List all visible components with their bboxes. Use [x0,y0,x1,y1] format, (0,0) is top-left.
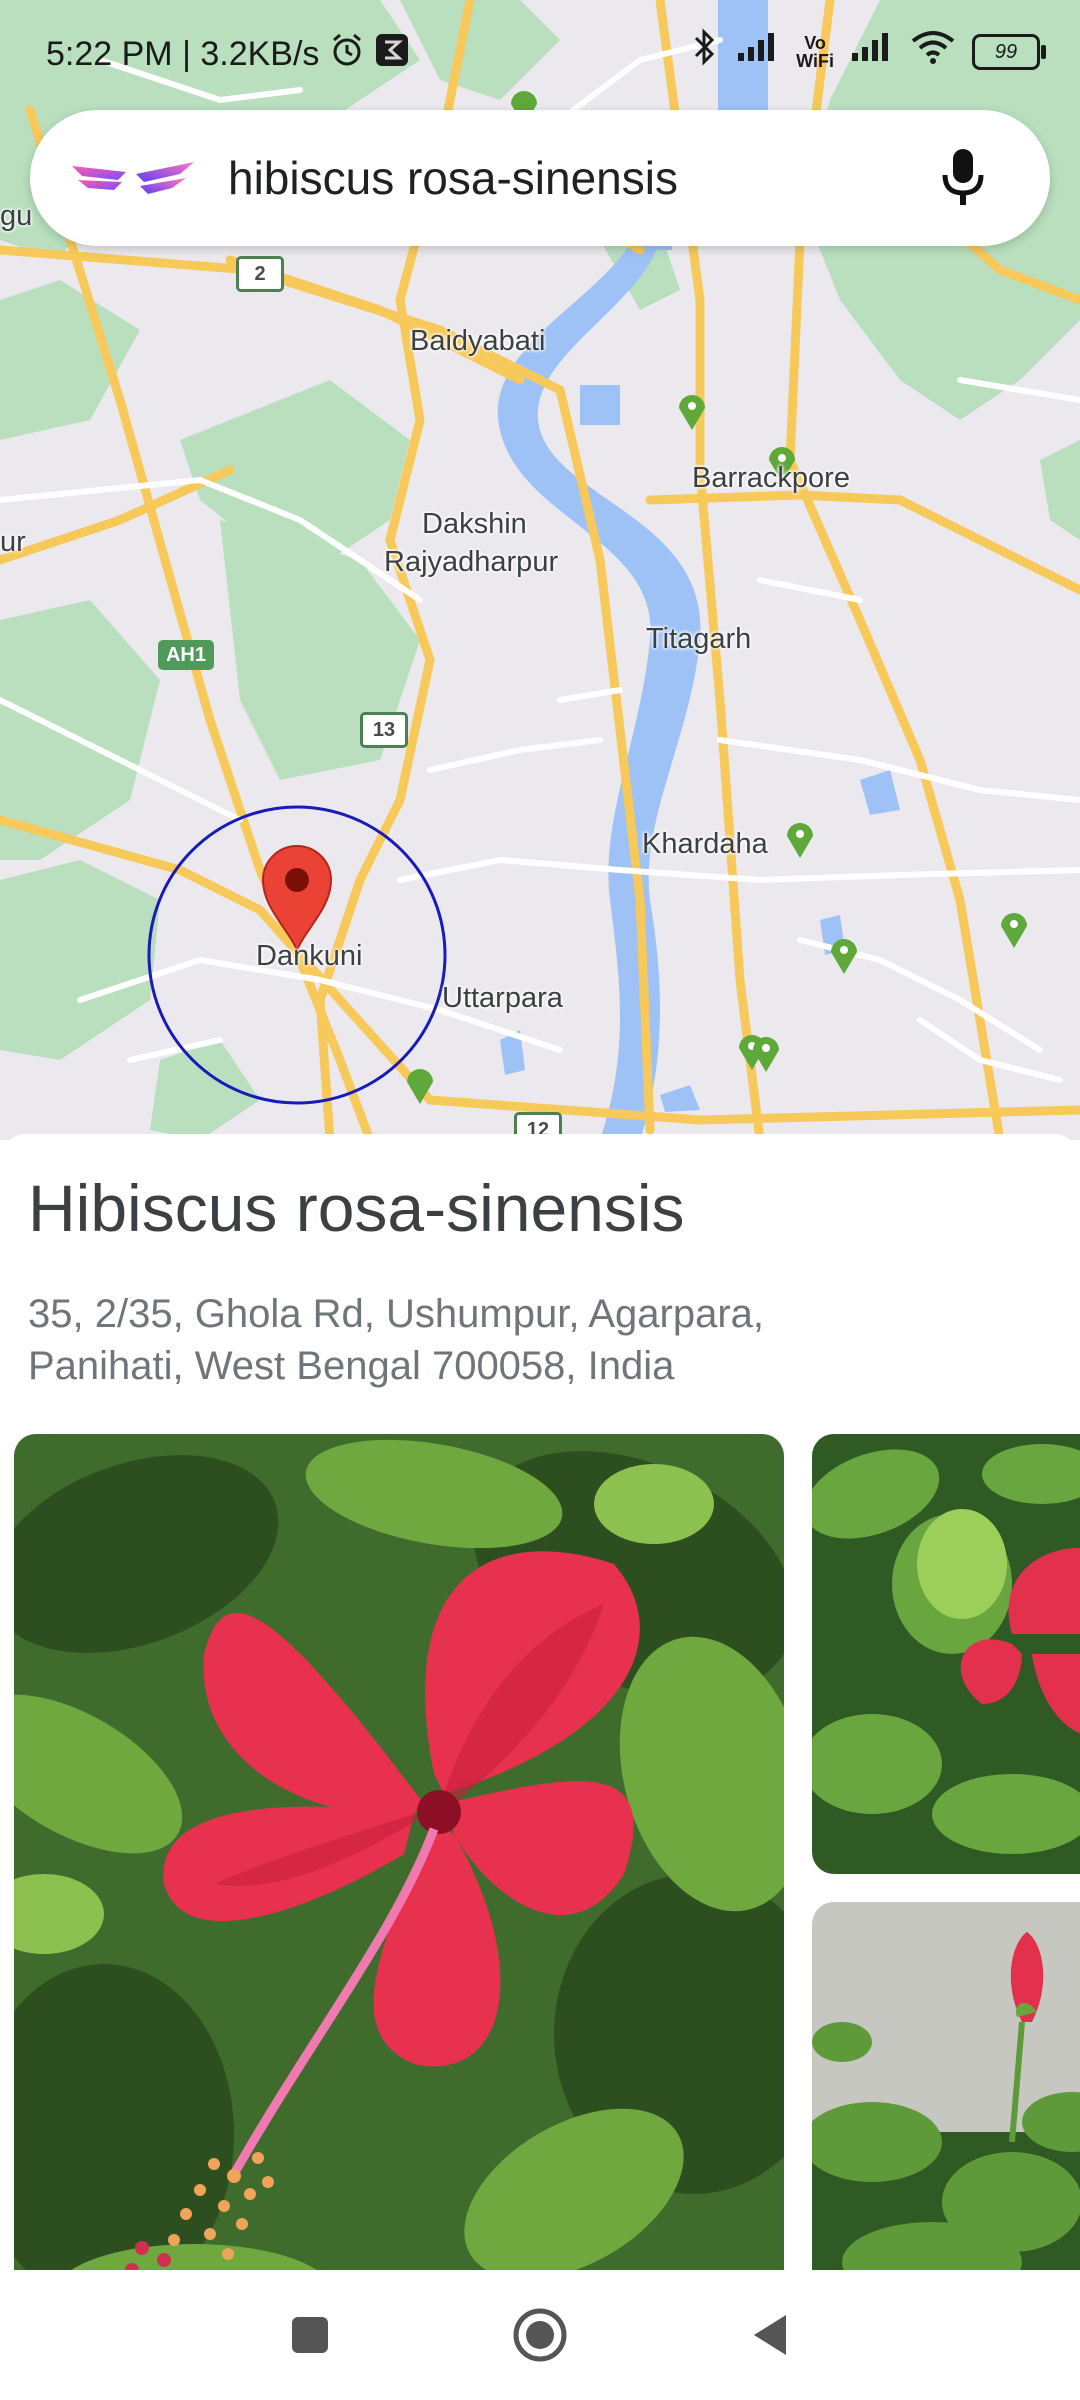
highway-shield-ah1: AH1 [158,640,214,670]
map-label-edge-mid: ur [0,526,26,558]
address-line-1: 35, 2/35, Ghola Rd, Ushumpur, Agarpara, [28,1292,764,1336]
wifi-icon [910,29,956,74]
place-address: 35, 2/35, Ghola Rd, Ushumpur, Agarpara, … [28,1288,928,1392]
place-title: Hibiscus rosa-sinensis [28,1171,685,1245]
status-left: 5:22 PM | 3.2KB/s [46,32,409,77]
vowifi-bottom: WiFi [796,50,834,71]
app-notification-icon [375,33,409,76]
system-navigation-bar [0,2270,1080,2400]
map-label-barrackpore: Barrackpore [692,462,850,494]
location-pin-icon[interactable] [261,845,333,953]
map-label-titagarh: Titagarh [646,623,752,655]
place-details-sheet[interactable]: Hibiscus rosa-sinensis 35, 2/35, Ghola R… [0,1134,1080,2270]
hibiscus-bud-photo[interactable] [812,1902,1080,2270]
map-label-dankuni: Dankuni [256,940,363,972]
alarm-icon [329,32,365,77]
search-bar[interactable] [30,110,1050,246]
signal-icon-2 [850,31,894,72]
home-circle-icon[interactable] [510,2305,570,2365]
highway-shield-2: 2 [236,256,284,292]
vowifi-icon: Vo WiFi [796,34,834,70]
bluetooth-icon [690,28,720,75]
map-label-dakshin: Dakshin [422,508,527,540]
map-label-baidyabati: Baidyabati [410,325,546,357]
back-triangle-icon[interactable] [740,2305,800,2365]
map-label-uttarpara: Uttarpara [442,982,563,1014]
hibiscus-flower-photo[interactable] [14,1434,784,2270]
recents-square-icon[interactable] [280,2305,340,2365]
battery-icon: 99 [972,33,1046,70]
app-logo-icon[interactable] [68,148,198,208]
address-line-2: Panihati, West Bengal 700058, India [28,1344,675,1388]
map-label-rajyadharpur: Rajyadharpur [384,546,559,578]
map-label-edge-top: gu [0,200,33,232]
search-input[interactable] [226,150,928,206]
status-bar: 5:22 PM | 3.2KB/s Vo WiFi 99 [0,0,1080,100]
signal-icon [736,31,780,72]
hibiscus-plant-photo[interactable] [812,1434,1080,1874]
time-and-speed: 5:22 PM | 3.2KB/s [46,35,320,73]
map-label-khardaha: Khardaha [642,828,768,860]
microphone-icon[interactable] [928,143,998,213]
highway-shield-13: 13 [360,712,408,748]
status-right: Vo WiFi 99 [690,28,1046,75]
vowifi-top: Vo [804,32,826,53]
